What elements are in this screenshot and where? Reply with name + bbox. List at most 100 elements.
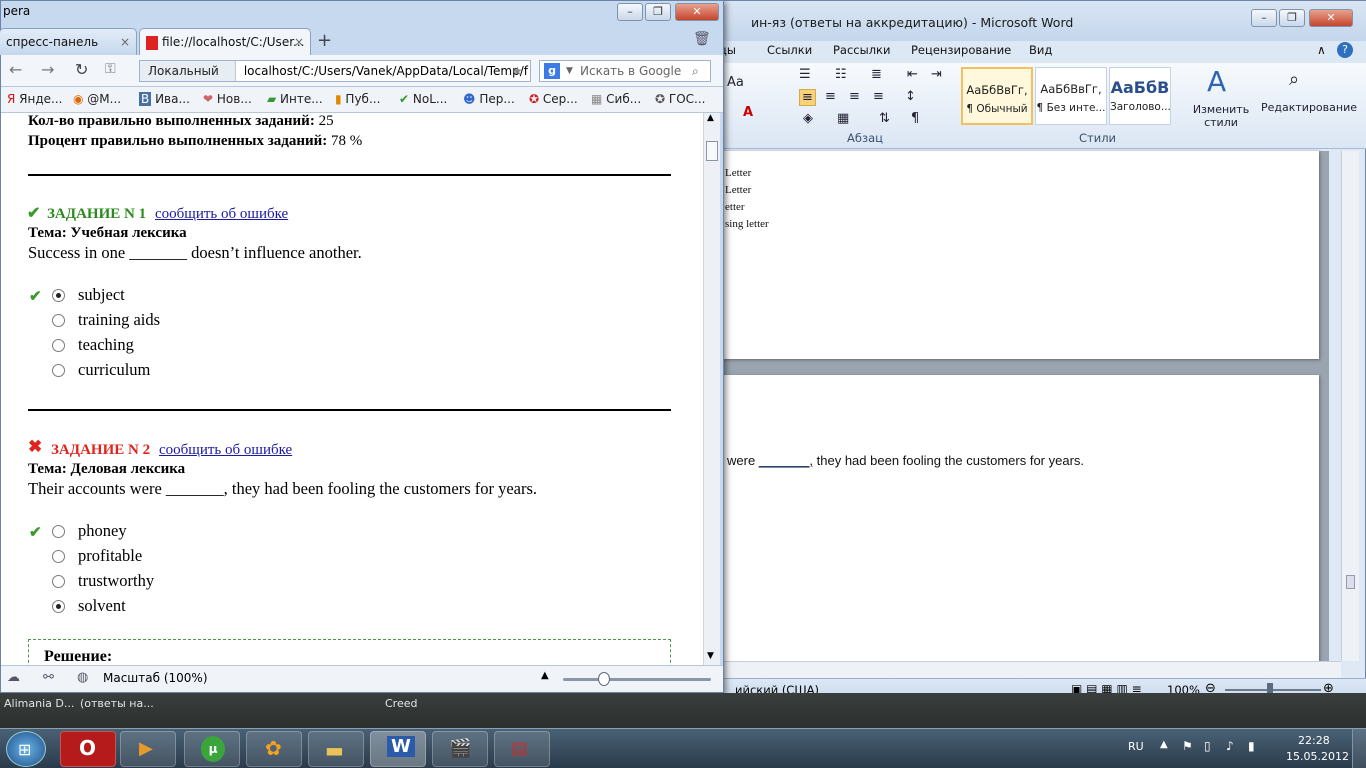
line-spacing-icon[interactable]: ↕	[905, 89, 916, 104]
word-page-2[interactable]: were _______, they had been fooling the …	[719, 375, 1319, 665]
taskbar-utorrent[interactable]: µ	[184, 731, 240, 767]
word-scroll-thumb[interactable]	[1346, 575, 1355, 589]
opera-maximize-button[interactable]: ❐	[645, 3, 671, 21]
task1-option[interactable]: curriculum	[78, 360, 150, 380]
bookmark-item[interactable]: ☻ Пер...	[463, 92, 515, 106]
page-zoom-slider-thumb[interactable]	[598, 672, 610, 686]
task2-option-radio[interactable]	[52, 575, 65, 588]
task1-option-radio[interactable]	[52, 339, 65, 352]
tab-close-icon[interactable]: ×	[294, 29, 304, 55]
key-icon[interactable]: ⚿	[105, 61, 116, 77]
align-center-icon[interactable]: ≡	[825, 89, 836, 104]
tray-expand-icon[interactable]: ▲	[1160, 739, 1168, 750]
task2-option[interactable]: profitable	[78, 546, 142, 566]
change-styles-icon[interactable]: A	[1207, 65, 1226, 98]
address-bar[interactable]: Локальный localhost/C:/Users/Vanek/AppDa…	[139, 60, 531, 82]
page-zoom-slider[interactable]	[563, 678, 711, 681]
bookmark-item[interactable]: ▰ Инте...	[267, 92, 323, 106]
align-left-icon[interactable]: ≡	[799, 89, 816, 106]
shading-icon[interactable]: ◈	[803, 111, 813, 126]
taskbar-winrar[interactable]: ▤	[494, 731, 550, 767]
clock-date[interactable]: 15.05.2012	[1286, 750, 1349, 763]
word-minimize-button[interactable]: –	[1251, 9, 1277, 27]
task1-option[interactable]: teaching	[78, 335, 134, 355]
flag-icon[interactable]: ⚑	[1182, 739, 1193, 753]
bookmark-item[interactable]: ✪ ГОС...	[655, 92, 705, 106]
word-tab-references[interactable]: Ссылки	[767, 43, 812, 57]
search-icon[interactable]: ⌕	[692, 61, 699, 81]
word-tab-view[interactable]: Вид	[1029, 43, 1052, 57]
bookmark-item[interactable]: ❤ Нов...	[203, 92, 252, 106]
taskbar-video-editor[interactable]: 🎬	[432, 731, 488, 767]
reload-icon[interactable]: ↻	[75, 60, 88, 79]
trash-icon[interactable]: 🗑	[693, 31, 711, 47]
page-vertical-scrollbar[interactable]: ▲ ▼	[703, 113, 720, 665]
task1-option[interactable]: subject	[78, 285, 125, 305]
word-vertical-scrollbar[interactable]	[1341, 151, 1359, 661]
change-styles-button[interactable]: Изменить стили	[1191, 103, 1251, 129]
numbering-icon[interactable]: ☷	[835, 67, 847, 82]
bookmark-item[interactable]: ✔ NoL...	[399, 92, 447, 106]
bookmark-item[interactable]: ▮ Пуб...	[335, 92, 380, 106]
task1-option[interactable]: training aids	[78, 310, 160, 330]
tab-speed-dial[interactable]: спресс-панель ×	[0, 28, 137, 55]
word-page-1[interactable]: Letter Letter etter sing letter	[719, 151, 1319, 359]
task1-option-radio[interactable]	[52, 314, 65, 327]
share-icon[interactable]: ⚯	[43, 670, 54, 685]
forward-icon[interactable]: →	[41, 60, 54, 79]
taskbar-explorer[interactable]: ▬	[308, 731, 364, 767]
style-no-spacing[interactable]: АаБбВвГг, ¶ Без инте...	[1035, 67, 1107, 125]
language-indicator[interactable]: RU	[1128, 740, 1144, 753]
help-icon[interactable]: ?	[1337, 42, 1353, 58]
task2-report-link[interactable]: сообщить об ошибке	[159, 442, 292, 459]
grow-font-icon[interactable]: Aa	[727, 75, 744, 90]
align-right-icon[interactable]: ≡	[849, 89, 860, 104]
task2-option[interactable]: phoney	[78, 521, 127, 541]
task2-option-radio[interactable]	[52, 600, 65, 613]
style-heading[interactable]: АаБбВ Заголово...	[1109, 67, 1171, 125]
zoom-slider[interactable]	[1225, 689, 1321, 691]
task1-option-radio[interactable]	[52, 364, 65, 377]
opera-menu-label[interactable]: pera	[3, 4, 30, 18]
task1-option-radio[interactable]	[52, 289, 65, 302]
bookmark-item[interactable]: ▦ Сиб...	[591, 92, 641, 106]
taskbar-opera[interactable]: O	[60, 731, 116, 767]
multilevel-list-icon[interactable]: ≣	[871, 67, 882, 82]
task2-option[interactable]: trustworthy	[78, 571, 154, 591]
network-icon[interactable]: ▮	[1248, 739, 1255, 753]
zoom-label[interactable]: Масштаб (100%)	[103, 671, 208, 685]
find-icon[interactable]: ⌕	[1289, 69, 1299, 90]
opera-minimize-button[interactable]: –	[617, 3, 643, 21]
taskbar-media-player[interactable]: ▶	[120, 731, 176, 767]
bookmark-item[interactable]: ◉ @M...	[73, 92, 121, 106]
device-icon[interactable]: ▯	[1204, 739, 1211, 753]
word-maximize-button[interactable]: ❐	[1279, 9, 1305, 27]
bookmark-star-icon[interactable]: ★	[512, 61, 523, 81]
search-engine-chevron-icon[interactable]: ▼	[566, 61, 573, 81]
font-color-icon[interactable]: A	[743, 105, 753, 120]
address-text[interactable]: localhost/C:/Users/Vanek/AppData/Local/T…	[240, 64, 528, 78]
borders-icon[interactable]: ▦	[837, 111, 849, 126]
new-tab-icon[interactable]: +	[317, 30, 332, 51]
style-normal[interactable]: АаБбВвГг, ¶ Обычный	[961, 67, 1033, 125]
taskbar-qip[interactable]: ✿	[246, 731, 302, 767]
tab-file[interactable]: file://localhost/C:/User... ×	[139, 28, 311, 55]
task2-option-radio[interactable]	[52, 550, 65, 563]
word-horizontal-scrollbar[interactable]	[719, 661, 1341, 678]
word-tab-mailings[interactable]: Рассылки	[833, 43, 890, 57]
editing-button[interactable]: Редактирование	[1261, 101, 1357, 114]
task1-report-link[interactable]: сообщить об ошибке	[155, 206, 288, 223]
task2-option[interactable]: solvent	[78, 596, 126, 616]
bullets-icon[interactable]: ☰	[799, 67, 811, 82]
decrease-indent-icon[interactable]: ⇤	[907, 67, 918, 82]
show-desktop-button[interactable]	[1352, 729, 1366, 768]
task2-option-radio[interactable]	[52, 525, 65, 538]
back-icon[interactable]: ←	[9, 60, 22, 79]
google-icon[interactable]: g	[544, 63, 560, 79]
justify-icon[interactable]: ≡	[873, 89, 884, 104]
opera-close-button[interactable]: ✕	[675, 3, 719, 21]
search-box[interactable]: g ▼ Искать в Google ⌕	[539, 60, 711, 82]
word-close-button[interactable]: ✕	[1309, 9, 1353, 27]
tab-close-icon[interactable]: ×	[120, 29, 130, 55]
show-marks-icon[interactable]: ¶	[911, 111, 919, 126]
